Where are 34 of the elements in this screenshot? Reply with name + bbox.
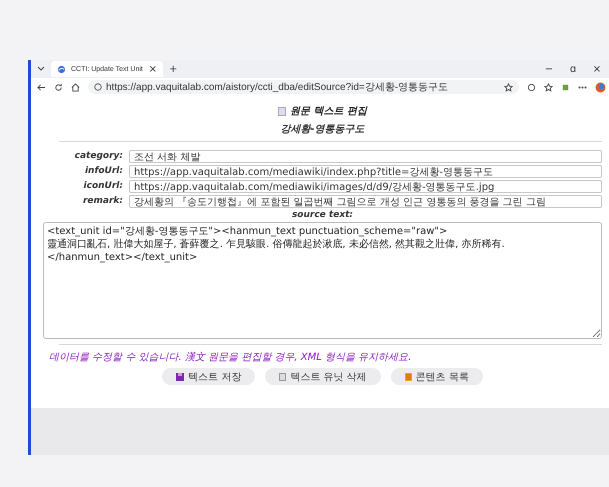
more-icon[interactable] [578, 86, 587, 88]
home-icon[interactable] [71, 82, 80, 92]
minimize-button[interactable]: − [540, 64, 558, 74]
chevron-down-icon[interactable] [37, 66, 45, 72]
new-tab-button[interactable]: + [169, 64, 178, 74]
scroll-icon [404, 372, 412, 380]
address-bar[interactable]: https://app.vaquitalab.com/aistory/ccti_dba/editSource?id=강세황-영통동구도 [88, 80, 519, 94]
tab-close-button[interactable]: × [148, 64, 157, 74]
back-icon[interactable] [37, 82, 46, 92]
field-label: remark: [82, 195, 123, 208]
help-text: 데이터를 수정할 수 있습니다. 漢文 원문을 편집할 경우, XML 형식을 유지하세요. [49, 350, 412, 364]
action-button[interactable]: 텍스트 저장 [162, 368, 256, 385]
action-button[interactable]: 콘텐츠 목록 [390, 368, 483, 385]
page-title: 원문 텍스트 편집 [290, 105, 367, 118]
field-label: category: [74, 150, 123, 163]
site-icon [57, 64, 66, 74]
restore-button[interactable]: ɑ [564, 64, 582, 74]
field-label: iconUrl: [82, 180, 123, 193]
field-label: infoUrl: [84, 165, 123, 178]
source-text-field[interactable]: <text_unit id="강세황-영통동구도"><hanmun_text punctuation_scheme="raw"> 靈通洞口亂石, 壯偉大如屋子, 蒼蘚覆之. 乍見駭眼. 俗傳龍起於湫底, 未必信然, 然其觀之壯偉, 亦所稀有. </hanmun_text></text_unit> [43, 222, 602, 339]
favorites-icon[interactable] [544, 82, 553, 92]
input-field[interactable]: 조선 서화 체발 [129, 150, 602, 163]
extension-icon[interactable] [561, 82, 570, 92]
field-label: source text: [290, 210, 354, 220]
input-field[interactable]: 강세황의 『송도기행첩』에 포함된 일곱번째 그림으로 개성 인근 영통동의 풍경을 그린 그림 [129, 195, 602, 208]
input-field[interactable]: https://app.vaquitalab.com/mediawiki/index.php?title=강세황-영통동구도 [129, 165, 602, 178]
document-icon [278, 106, 286, 116]
profile-icon[interactable] [595, 82, 606, 92]
input-field[interactable]: https://app.vaquitalab.com/mediawiki/images/d/d9/강세황-영통동구도.jpg [129, 180, 602, 193]
close-button[interactable]: × [588, 64, 606, 74]
site-info-icon[interactable] [94, 83, 102, 91]
page-subtitle: 강세황-영통동구도 [279, 123, 366, 136]
star-icon[interactable] [504, 82, 513, 92]
action-button[interactable]: 텍스트 유닛 삭제 [265, 368, 381, 385]
